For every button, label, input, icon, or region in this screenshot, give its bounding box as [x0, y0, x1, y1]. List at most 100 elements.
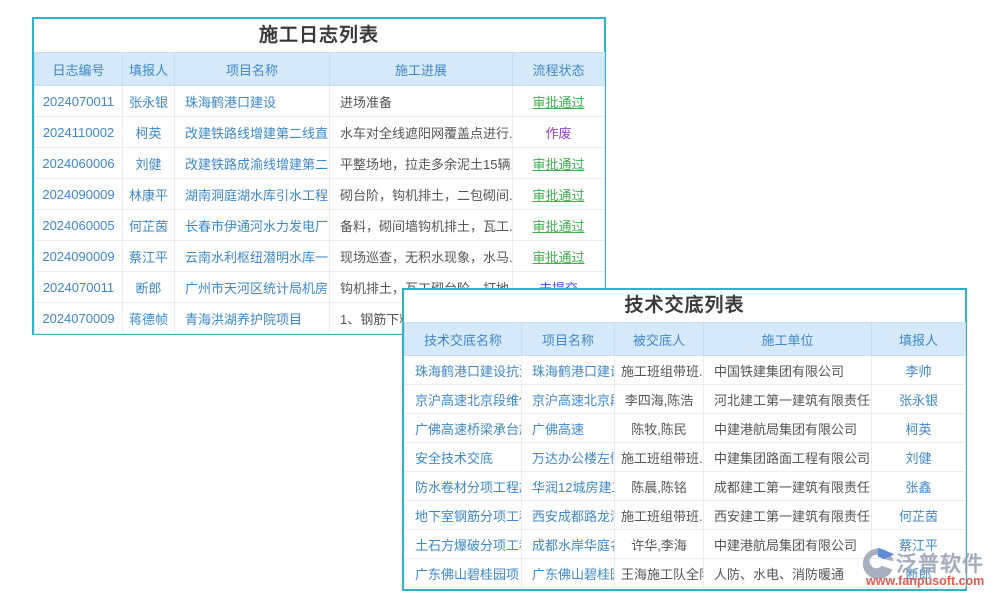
log_table-status-cell[interactable]: 作废	[513, 117, 605, 148]
disc_table-unit-cell: 中国铁建集团有限公司	[704, 356, 872, 385]
col-header-project: 项目名称	[522, 323, 615, 356]
table-row: 安全技术交底万达办公楼左侧A...施工班组带班...中建集团路面工程有限公司刘健	[405, 443, 966, 472]
log_table-project-cell[interactable]: 青海洪湖养护院项目	[175, 303, 330, 334]
disc_table-briefed-cell: 施工班组带班...	[615, 356, 704, 385]
table-row: 2024070011张永银珠海鹤港口建设进场准备审批通过	[35, 86, 605, 117]
log_table-reporter-cell[interactable]: 刘健	[123, 148, 175, 179]
log_table-status-cell[interactable]: 审批通过	[513, 148, 605, 179]
disc_table-project-cell[interactable]: 广东佛山碧桂园项目	[522, 559, 615, 588]
disc_table-project-cell[interactable]: 成都水岸华庭名苑...	[522, 530, 615, 559]
disc_table-reporter-cell[interactable]: 张鑫	[872, 472, 966, 501]
table-row: 2024110002柯英改建铁路线增建第二线直...水车对全线遮阳网覆盖点进行.…	[35, 117, 605, 148]
log_table-status-cell[interactable]: 审批通过	[513, 179, 605, 210]
disc_table-project-cell[interactable]: 广佛高速	[522, 414, 615, 443]
col-header-reporter: 填报人	[872, 323, 966, 356]
disc_table-unit-cell: 中建港航局集团有限公司	[704, 414, 872, 443]
log_table-id-cell[interactable]: 2024110002	[35, 117, 123, 148]
log_table-reporter-cell[interactable]: 何芷茵	[123, 210, 175, 241]
fanpu-watermark: 泛普软件 www.fanpusoft.com	[860, 542, 998, 592]
log_table-progress-cell: 平整场地，拉走多余泥土15辆...	[330, 148, 513, 179]
log_table-project-cell[interactable]: 广州市天河区统计局机房...	[175, 272, 330, 303]
disc_table-reporter-cell[interactable]: 柯英	[872, 414, 966, 443]
col-header-construction-unit: 施工单位	[704, 323, 872, 356]
disc_table-briefed-cell: 陈晨,陈铭	[615, 472, 704, 501]
disc_table-reporter-cell[interactable]: 李帅	[872, 356, 966, 385]
table-row: 京沪高速北京段维修...京沪高速北京段维修李四海,陈浩河北建工第一建筑有限责任公…	[405, 385, 966, 414]
log_table-status-cell[interactable]: 审批通过	[513, 210, 605, 241]
table-row: 2024090009蔡江平云南水利枢纽潜明水库一...现场巡查，无积水现象，水马…	[35, 241, 605, 272]
disc_table-briefed-cell: 李四海,陈浩	[615, 385, 704, 414]
disc_table-unit-cell: 人防、水电、消防暖通	[704, 559, 872, 588]
log_table-progress-cell: 进场准备	[330, 86, 513, 117]
disc_table-unit-cell: 河北建工第一建筑有限责任公司	[704, 385, 872, 414]
log_table-status-cell[interactable]: 审批通过	[513, 86, 605, 117]
col-header-log-id: 日志编号	[35, 53, 123, 86]
disc_table-name-cell[interactable]: 安全技术交底	[405, 443, 522, 472]
disc_table-unit-cell: 中建港航局集团有限公司	[704, 530, 872, 559]
disc_table-name-cell[interactable]: 京沪高速北京段维修...	[405, 385, 522, 414]
disc_table-briefed-cell: 陈牧,陈民	[615, 414, 704, 443]
disc_table-unit-cell: 成都建工第一建筑有限责任公司	[704, 472, 872, 501]
log_table-project-cell[interactable]: 改建铁路成渝线增建第二...	[175, 148, 330, 179]
table-row: 2024090009林康平湖南洞庭湖水库引水工程...砌台阶，钩机排土，二包砌间…	[35, 179, 605, 210]
technical-disclosure-title: 技术交底列表	[404, 290, 965, 322]
table-row: 2024060006刘健改建铁路成渝线增建第二...平整场地，拉走多余泥土15辆…	[35, 148, 605, 179]
col-header-progress: 施工进展	[330, 53, 513, 86]
disc_table-name-cell[interactable]: 广东佛山碧桂园项目...	[405, 559, 522, 588]
log_table-progress-cell: 备料，砌间墙钩机排土，瓦工...	[330, 210, 513, 241]
col-header-status: 流程状态	[513, 53, 605, 86]
log_table-id-cell[interactable]: 2024070011	[35, 272, 123, 303]
disc_table-unit-cell: 西安建工第一建筑有限责任公司	[704, 501, 872, 530]
log_table-project-cell[interactable]: 湖南洞庭湖水库引水工程...	[175, 179, 330, 210]
log_table-id-cell[interactable]: 2024070011	[35, 86, 123, 117]
disc_table-briefed-cell: 施工班组带班...	[615, 501, 704, 530]
log_table-project-cell[interactable]: 珠海鹤港口建设	[175, 86, 330, 117]
log_table-project-cell[interactable]: 长春市伊通河水力发电厂...	[175, 210, 330, 241]
disc_table-name-cell[interactable]: 地下室钢筋分项工程...	[405, 501, 522, 530]
table-row: 防水卷材分项工程施...华润12城房建工...陈晨,陈铭成都建工第一建筑有限责任…	[405, 472, 966, 501]
log_table-status-cell[interactable]: 审批通过	[513, 241, 605, 272]
table-row: 珠海鹤港口建设抗浮...珠海鹤港口建设施工班组带班...中国铁建集团有限公司李帅	[405, 356, 966, 385]
log_table-reporter-cell[interactable]: 蒋德帧	[123, 303, 175, 334]
log_table-progress-cell: 水车对全线遮阳网覆盖点进行...	[330, 117, 513, 148]
disc_table-reporter-cell[interactable]: 刘健	[872, 443, 966, 472]
disc_table-reporter-cell[interactable]: 张永银	[872, 385, 966, 414]
disc_table-name-cell[interactable]: 土石方爆破分项工程...	[405, 530, 522, 559]
col-header-briefed-person: 被交底人	[615, 323, 704, 356]
disc_table-project-cell[interactable]: 京沪高速北京段维修	[522, 385, 615, 414]
table-row: 地下室钢筋分项工程...西安成都路龙湖上...施工班组带班...西安建工第一建筑…	[405, 501, 966, 530]
col-header-project: 项目名称	[175, 53, 330, 86]
log_table-reporter-cell[interactable]: 柯英	[123, 117, 175, 148]
log_table-reporter-cell[interactable]: 张永银	[123, 86, 175, 117]
log_table-reporter-cell[interactable]: 林康平	[123, 179, 175, 210]
table-header-row: 日志编号 填报人 项目名称 施工进展 流程状态	[35, 53, 605, 86]
log_table-reporter-cell[interactable]: 蔡江平	[123, 241, 175, 272]
log_table-id-cell[interactable]: 2024060005	[35, 210, 123, 241]
log_table-id-cell[interactable]: 2024090009	[35, 179, 123, 210]
disc_table-project-cell[interactable]: 万达办公楼左侧A...	[522, 443, 615, 472]
col-header-disclosure-name: 技术交底名称	[405, 323, 522, 356]
log_table-id-cell[interactable]: 2024090009	[35, 241, 123, 272]
log_table-project-cell[interactable]: 云南水利枢纽潜明水库一...	[175, 241, 330, 272]
disc_table-project-cell[interactable]: 华润12城房建工...	[522, 472, 615, 501]
disc_table-name-cell[interactable]: 广佛高速桥梁承台施...	[405, 414, 522, 443]
table-header-row: 技术交底名称 项目名称 被交底人 施工单位 填报人	[405, 323, 966, 356]
log_table-progress-cell: 现场巡查，无积水现象，水马...	[330, 241, 513, 272]
disc_table-project-cell[interactable]: 珠海鹤港口建设	[522, 356, 615, 385]
disc_table-briefed-cell: 许华,李海	[615, 530, 704, 559]
disc_table-reporter-cell[interactable]: 何芷茵	[872, 501, 966, 530]
log_table-project-cell[interactable]: 改建铁路线增建第二线直...	[175, 117, 330, 148]
disc_table-name-cell[interactable]: 防水卷材分项工程施...	[405, 472, 522, 501]
construction-log-title: 施工日志列表	[34, 19, 604, 52]
disc_table-briefed-cell: 王海施工队全队	[615, 559, 704, 588]
disc_table-project-cell[interactable]: 西安成都路龙湖上...	[522, 501, 615, 530]
log_table-progress-cell: 砌台阶，钩机排土，二包砌间...	[330, 179, 513, 210]
disc_table-name-cell[interactable]: 珠海鹤港口建设抗浮...	[405, 356, 522, 385]
fanpu-url-text: www.fanpusoft.com	[866, 574, 984, 588]
log_table-id-cell[interactable]: 2024060006	[35, 148, 123, 179]
log_table-id-cell[interactable]: 2024070009	[35, 303, 123, 334]
disc_table-briefed-cell: 施工班组带班...	[615, 443, 704, 472]
col-header-reporter: 填报人	[123, 53, 175, 86]
log_table-reporter-cell[interactable]: 断郎	[123, 272, 175, 303]
disc_table-unit-cell: 中建集团路面工程有限公司	[704, 443, 872, 472]
